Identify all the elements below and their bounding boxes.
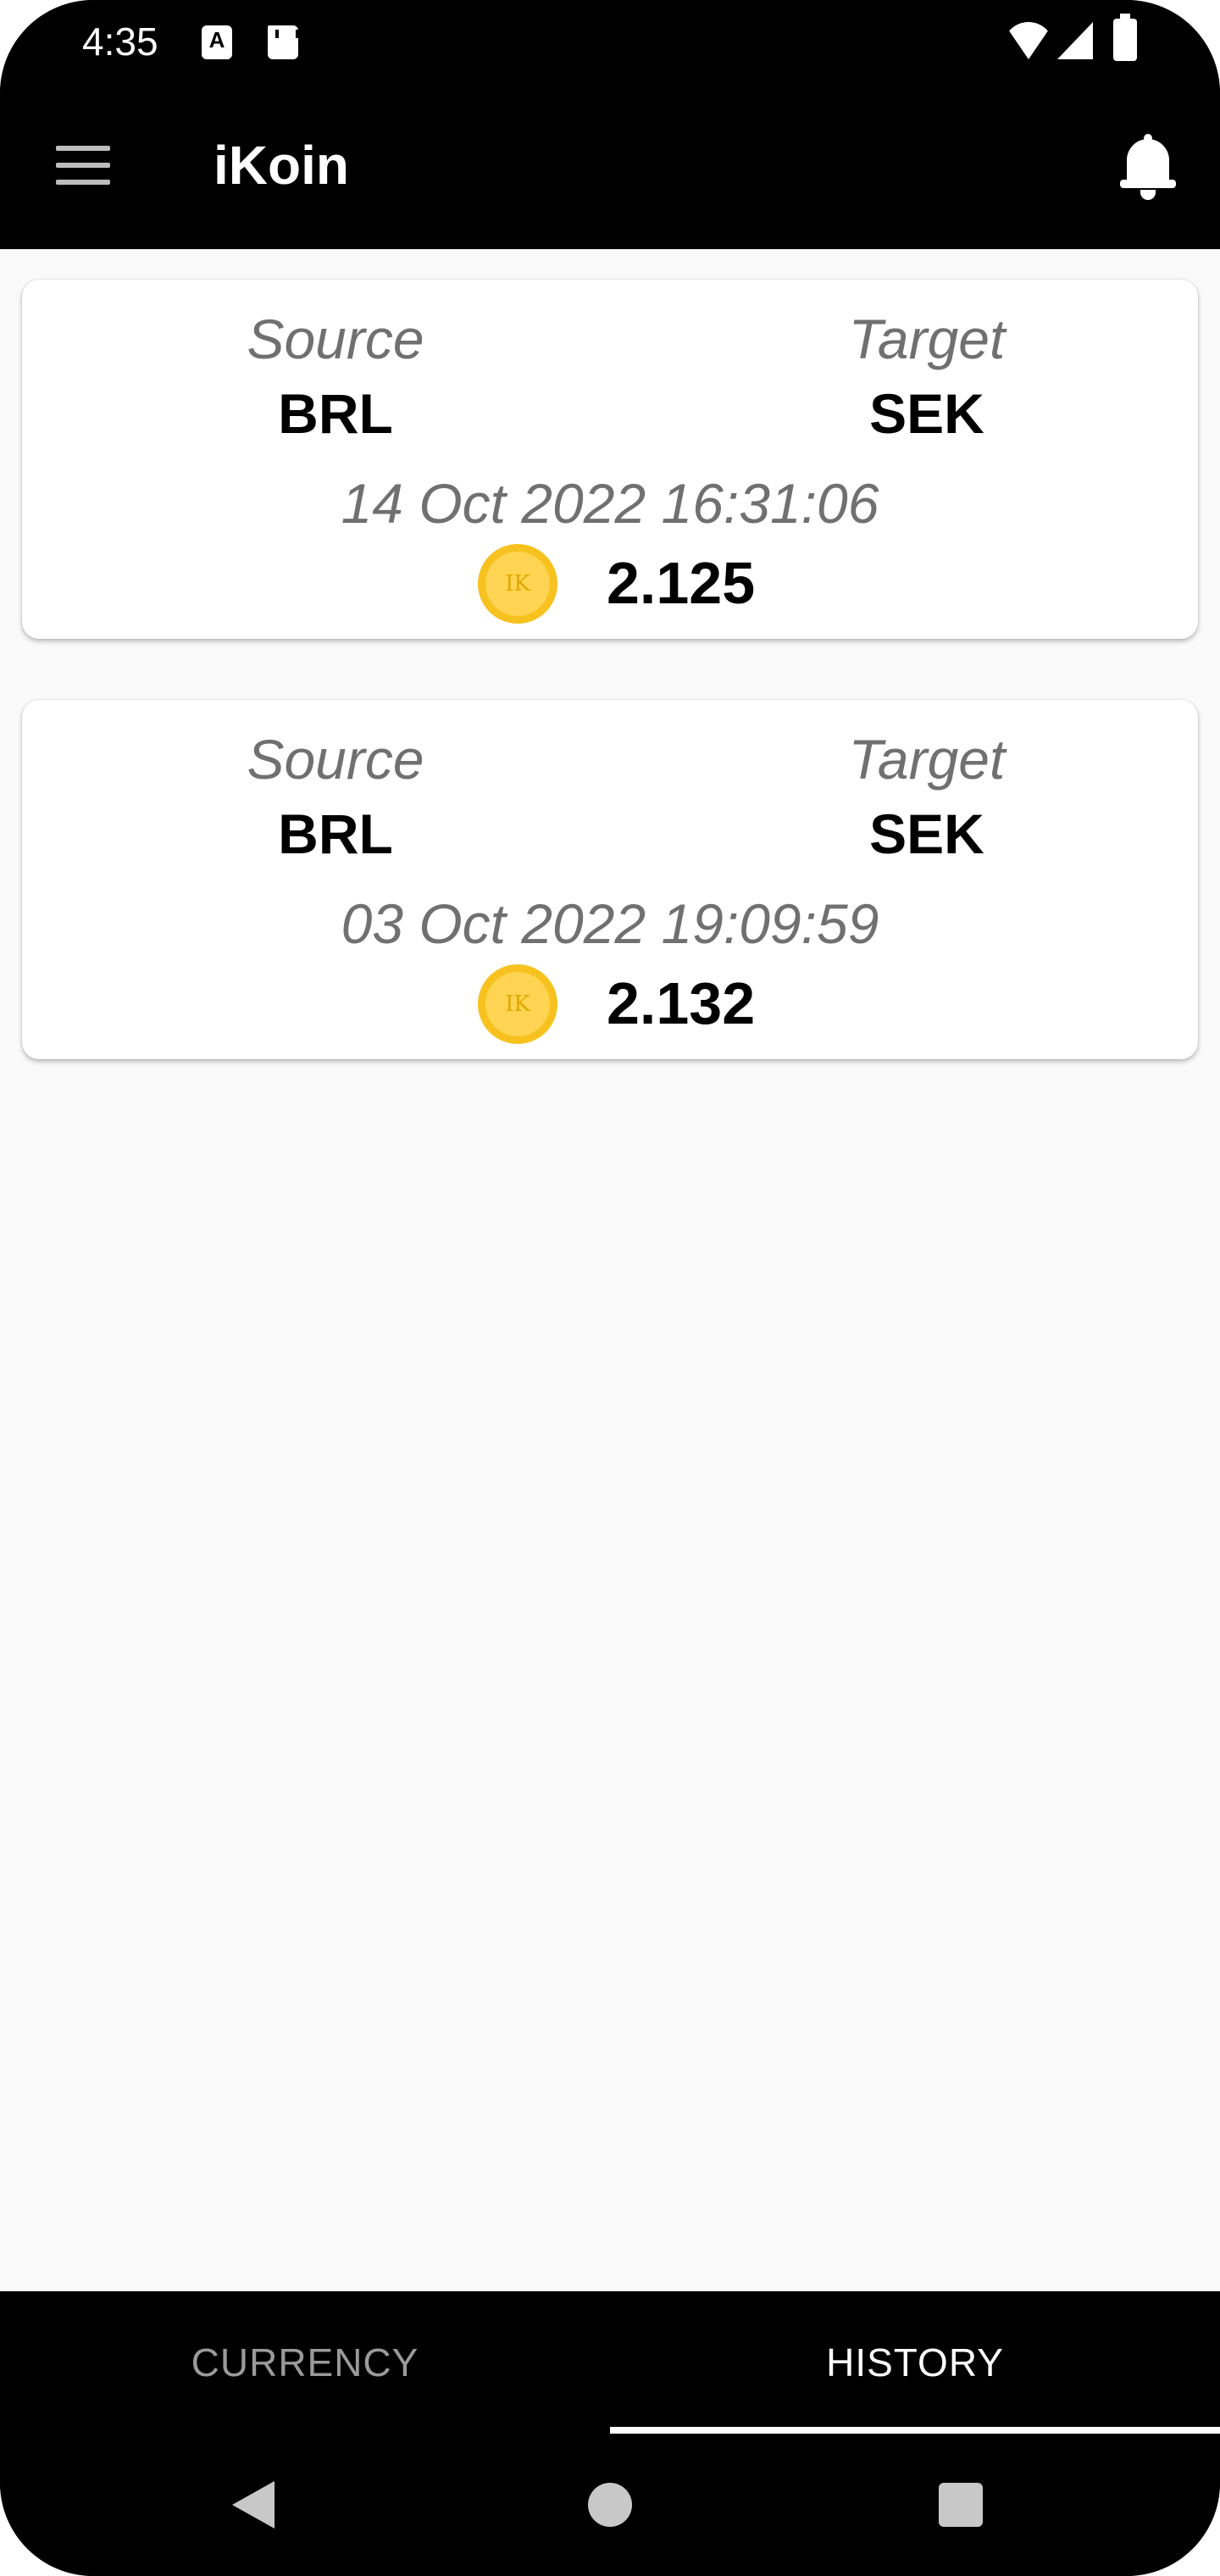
tab-history[interactable]: HISTORY	[610, 2291, 1220, 2434]
source-code: BRL	[278, 802, 393, 865]
tab-selected-indicator	[610, 2427, 1220, 2434]
history-card[interactable]: Source BRL Target SEK 03 Oct 2022 19:09:…	[22, 700, 1198, 1059]
history-card[interactable]: Source BRL Target SEK 14 Oct 2022 16:31:…	[22, 280, 1198, 639]
wifi-icon	[1003, 22, 1054, 59]
back-icon[interactable]	[232, 2481, 274, 2529]
coin-icon: IK	[478, 964, 557, 1044]
source-label: Source	[247, 308, 424, 370]
target-label: Target	[848, 308, 1006, 370]
signal-icon	[1057, 22, 1093, 59]
system-nav-bar	[0, 2434, 1220, 2576]
app-title: iKoin	[214, 135, 349, 196]
bottom-tab-bar: CURRENCY HISTORY	[0, 2291, 1220, 2434]
sd-card-icon	[268, 25, 299, 59]
history-list: Source BRL Target SEK 14 Oct 2022 16:31:…	[0, 249, 1220, 2291]
target-code: SEK	[869, 802, 984, 865]
target-code: SEK	[869, 382, 984, 445]
battery-icon	[1113, 14, 1137, 61]
exchange-rate: 2.132	[607, 970, 756, 1036]
exchange-rate: 2.125	[607, 550, 756, 616]
history-date: 03 Oct 2022 19:09:59	[341, 892, 879, 955]
device-screen: 4:35 A iKoin Source BRL Target SEK 14 Oc…	[0, 0, 1220, 2576]
a-notification-icon: A	[202, 25, 232, 59]
tab-currency[interactable]: CURRENCY	[0, 2291, 610, 2434]
source-code: BRL	[278, 382, 393, 445]
menu-icon[interactable]	[56, 146, 110, 186]
status-bar: 4:35 A	[0, 0, 1220, 85]
status-time: 4:35	[82, 19, 158, 64]
app-bar: iKoin	[0, 85, 1220, 249]
bell-icon[interactable]	[1120, 134, 1176, 200]
target-label: Target	[848, 728, 1006, 791]
coin-icon: IK	[478, 544, 557, 624]
source-label: Source	[247, 728, 424, 791]
recents-icon[interactable]	[939, 2483, 983, 2527]
history-date: 14 Oct 2022 16:31:06	[341, 472, 879, 535]
home-icon[interactable]	[588, 2483, 632, 2527]
